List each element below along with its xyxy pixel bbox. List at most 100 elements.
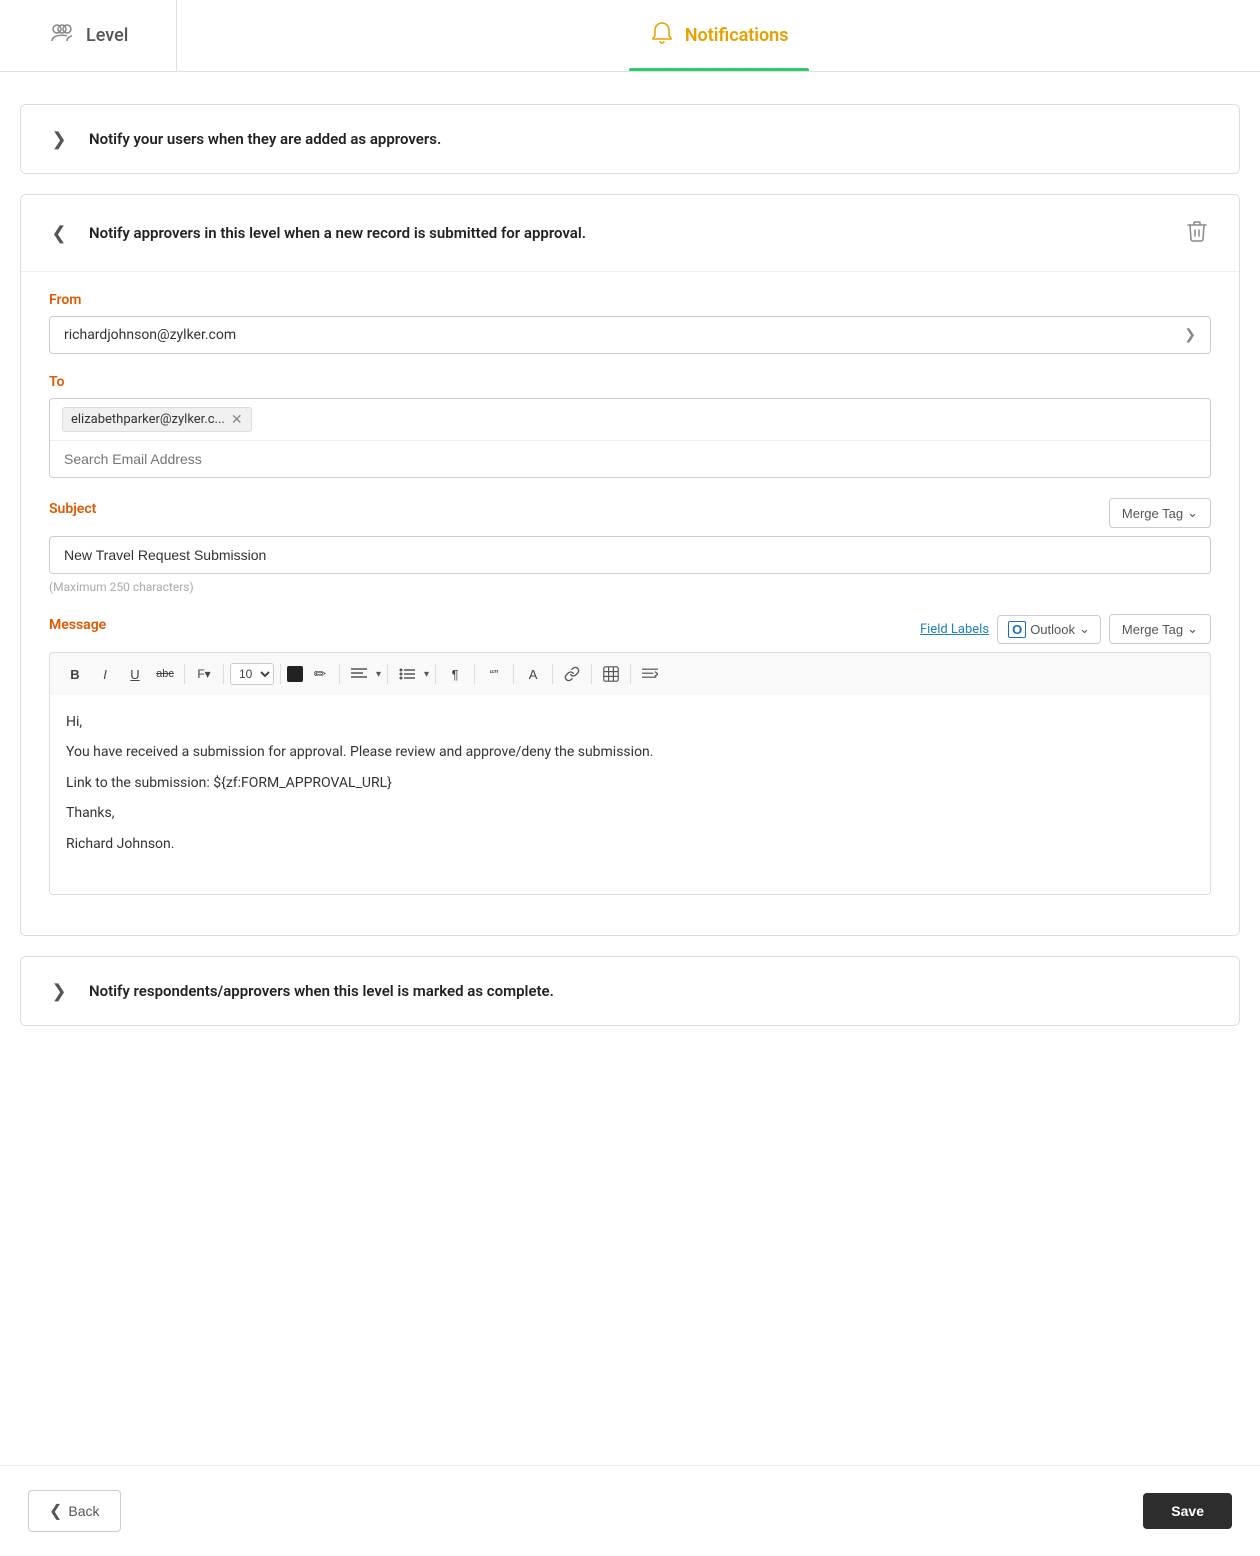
section-card-2: ❮ Notify approvers in this level when a …	[20, 194, 1240, 936]
level-icon	[48, 19, 76, 53]
section-header-3: ❯ Notify respondents/approvers when this…	[21, 957, 1239, 1025]
level-tab-label: Level	[86, 25, 128, 46]
subject-merge-tag-button[interactable]: Merge Tag ⌄	[1109, 498, 1211, 528]
chevron-right-icon-3: ❯	[51, 981, 66, 1002]
message-label: Message	[49, 617, 106, 633]
editor-line-1: Hi,	[66, 711, 1194, 733]
outlook-label: Outlook	[1030, 622, 1075, 637]
subject-input[interactable]	[49, 536, 1211, 574]
to-field-wrapper: elizabethparker@zylker.c... ✕	[49, 398, 1211, 478]
remove-email-tag-button[interactable]: ✕	[231, 413, 243, 427]
toolbar-bold-button[interactable]: B	[62, 661, 88, 687]
tab-level[interactable]: Level	[0, 0, 177, 71]
to-label: To	[49, 374, 1211, 390]
toolbar-blockquote-button[interactable]: “”	[481, 661, 507, 687]
toolbar-list-chevron-icon: ▾	[424, 669, 429, 680]
toolbar-color-swatch[interactable]	[287, 666, 303, 682]
toolbar-align-chevron-icon: ▾	[376, 669, 381, 680]
outlook-chevron-icon: ⌄	[1079, 621, 1090, 637]
subject-header-row: Subject Merge Tag ⌄	[49, 498, 1211, 528]
from-field-group: From richardjohnson@zylker.com ❯	[49, 292, 1211, 354]
subject-field-group: Subject Merge Tag ⌄ (Maximum 250 charact…	[49, 498, 1211, 594]
toolbar-list-button[interactable]	[394, 661, 420, 687]
message-header-row: Message Field Labels O Outlook ⌄ Merge T…	[49, 614, 1211, 644]
email-tag-elizabeth: elizabethparker@zylker.c... ✕	[62, 407, 252, 432]
toolbar-link-button[interactable]	[559, 661, 585, 687]
to-field-group: To elizabethparker@zylker.c... ✕	[49, 374, 1211, 478]
chevron-down-icon-2: ❮	[51, 223, 66, 244]
subject-merge-chevron-icon: ⌄	[1187, 505, 1198, 521]
message-field-group: Message Field Labels O Outlook ⌄ Merge T…	[49, 614, 1211, 895]
from-select[interactable]: richardjohnson@zylker.com ❯	[49, 316, 1211, 354]
message-controls: Field Labels O Outlook ⌄ Merge Tag ⌄	[920, 614, 1211, 644]
toolbar-divider-10	[591, 664, 592, 684]
editor-line-3: Link to the submission: ${zf:FORM_APPROV…	[66, 772, 1194, 794]
toolbar-divider-11	[630, 664, 631, 684]
search-email-input[interactable]	[50, 441, 1210, 477]
expand-section-1-button[interactable]: ❯	[45, 125, 73, 153]
toolbar-divider-4	[339, 664, 340, 684]
toolbar-divider-9	[552, 664, 553, 684]
editor-line-5: Richard Johnson.	[66, 833, 1194, 855]
chevron-right-icon-1: ❯	[51, 129, 66, 150]
field-labels-link[interactable]: Field Labels	[920, 622, 989, 637]
footer: ❮ Back Save	[0, 1465, 1260, 1556]
toolbar-underline-button[interactable]: U	[122, 661, 148, 687]
toolbar-pen-button[interactable]: ✏	[307, 661, 333, 687]
section-card-1: ❯ Notify your users when they are added …	[20, 104, 1240, 174]
main-content: ❯ Notify your users when they are added …	[0, 72, 1260, 1058]
toolbar-divider-5	[387, 664, 388, 684]
tab-notifications[interactable]: Notifications	[177, 0, 1260, 71]
toolbar-indent-button[interactable]: ¶	[442, 661, 468, 687]
trash-icon	[1187, 220, 1207, 247]
email-tag-text: elizabethparker@zylker.c...	[71, 412, 225, 427]
subject-hint: (Maximum 250 characters)	[49, 580, 1211, 594]
delete-section-2-button[interactable]	[1179, 215, 1215, 251]
editor-line-4: Thanks,	[66, 802, 1194, 824]
editor-line-2: You have received a submission for appro…	[66, 741, 1194, 763]
subject-label: Subject	[49, 501, 96, 517]
toolbar-divider-6	[435, 664, 436, 684]
collapse-section-2-button[interactable]: ❮	[45, 219, 73, 247]
save-label: Save	[1171, 1503, 1204, 1519]
toolbar-fontsize-select[interactable]: 1012141618	[230, 663, 274, 685]
toolbar-divider-8	[513, 664, 514, 684]
section-header-1: ❯ Notify your users when they are added …	[21, 105, 1239, 173]
toolbar-divider-2	[223, 664, 224, 684]
message-merge-tag-button[interactable]: Merge Tag ⌄	[1109, 614, 1211, 644]
section-3-title: Notify respondents/approvers when this l…	[89, 982, 1215, 1000]
toolbar-font-button[interactable]: F▾	[191, 661, 217, 687]
toolbar-divider-1	[184, 664, 185, 684]
editor-toolbar: B I U abc F▾ 1012141618 ✏	[49, 652, 1211, 695]
save-button[interactable]: Save	[1143, 1493, 1232, 1529]
outlook-button[interactable]: O Outlook ⌄	[997, 615, 1101, 644]
from-label: From	[49, 292, 1211, 308]
toolbar-highlight-button[interactable]: A	[520, 661, 546, 687]
back-label: Back	[68, 1503, 99, 1519]
subject-merge-tag-label: Merge Tag	[1122, 506, 1183, 521]
message-merge-chevron-icon: ⌄	[1187, 621, 1198, 637]
from-chevron-icon: ❯	[1184, 327, 1196, 343]
toolbar-italic-button[interactable]: I	[92, 661, 118, 687]
section-1-title: Notify your users when they are added as…	[89, 130, 1215, 148]
message-editor[interactable]: Hi, You have received a submission for a…	[49, 695, 1211, 895]
toolbar-divider-7	[474, 664, 475, 684]
toolbar-strikethrough-button[interactable]: abc	[152, 661, 178, 687]
notifications-tab-label: Notifications	[685, 25, 789, 46]
expand-section-3-button[interactable]: ❯	[45, 977, 73, 1005]
section-2-body: From richardjohnson@zylker.com ❯ To eliz…	[21, 272, 1239, 935]
outlook-icon: O	[1008, 621, 1026, 638]
back-chevron-icon: ❮	[49, 1501, 62, 1521]
header: Level Notifications	[0, 0, 1260, 72]
toolbar-format-button[interactable]	[637, 661, 663, 687]
from-value: richardjohnson@zylker.com	[64, 327, 236, 343]
section-card-3: ❯ Notify respondents/approvers when this…	[20, 956, 1240, 1026]
to-tags-row: elizabethparker@zylker.c... ✕	[50, 399, 1210, 441]
section-header-2: ❮ Notify approvers in this level when a …	[21, 195, 1239, 272]
toolbar-table-button[interactable]	[598, 661, 624, 687]
message-merge-tag-label: Merge Tag	[1122, 622, 1183, 637]
notifications-icon	[649, 20, 675, 52]
back-button[interactable]: ❮ Back	[28, 1490, 121, 1532]
toolbar-align-button[interactable]	[346, 661, 372, 687]
section-2-title: Notify approvers in this level when a ne…	[89, 224, 1163, 242]
